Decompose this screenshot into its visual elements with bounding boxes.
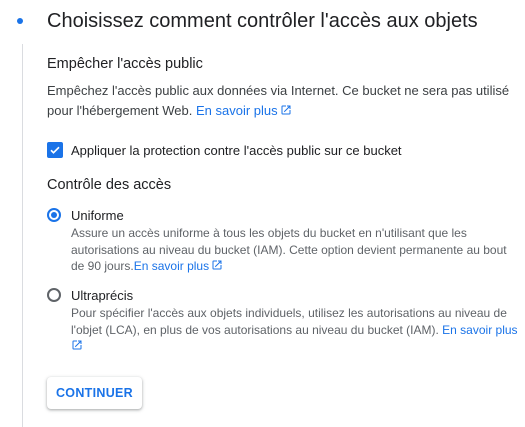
public-access-heading: Empêcher l'accès public — [47, 56, 203, 72]
radio-selected-dot — [51, 212, 57, 218]
fine-grained-radio-label: Ultraprécis — [71, 287, 134, 303]
check-icon — [50, 146, 60, 154]
continue-button[interactable]: CONTINUER — [47, 377, 142, 409]
page-title: Choisissez comment contrôler l'accès aux… — [47, 10, 478, 32]
uniform-radio[interactable] — [47, 208, 61, 222]
uniform-learn-more-link[interactable]: En savoir plus — [134, 259, 223, 273]
uniform-radio-label: Uniforme — [71, 207, 124, 223]
public-access-checkbox-label: Appliquer la protection contre l'accès p… — [71, 142, 402, 158]
uniform-description: Assure un accès uniforme à tous les obje… — [71, 225, 523, 275]
fine-grained-description: Pour spécifier l'accès aux objets indivi… — [71, 305, 523, 355]
external-link-icon — [212, 260, 222, 270]
public-access-learn-more-link[interactable]: En savoir plus — [196, 103, 292, 118]
step-connector-line — [22, 44, 23, 427]
external-link-icon — [281, 105, 291, 115]
public-access-description: Empêchez l'accès public aux données via … — [47, 81, 512, 121]
uniform-learn-more-label: En savoir plus — [133, 259, 210, 273]
radio-option-uniform[interactable]: Uniforme — [47, 206, 124, 224]
radio-option-fine-grained[interactable]: Ultraprécis — [47, 286, 133, 304]
public-access-learn-more-label: En savoir plus — [195, 103, 278, 118]
step-dot-icon — [17, 18, 23, 24]
external-link-icon — [72, 340, 82, 350]
fine-grained-learn-more-label: En savoir plus — [442, 322, 518, 337]
public-access-checkbox-row[interactable]: Appliquer la protection contre l'accès p… — [47, 140, 402, 160]
fine-grained-radio[interactable] — [47, 288, 61, 302]
public-access-checkbox[interactable] — [47, 142, 63, 158]
access-control-heading: Contrôle des accès — [47, 177, 172, 193]
